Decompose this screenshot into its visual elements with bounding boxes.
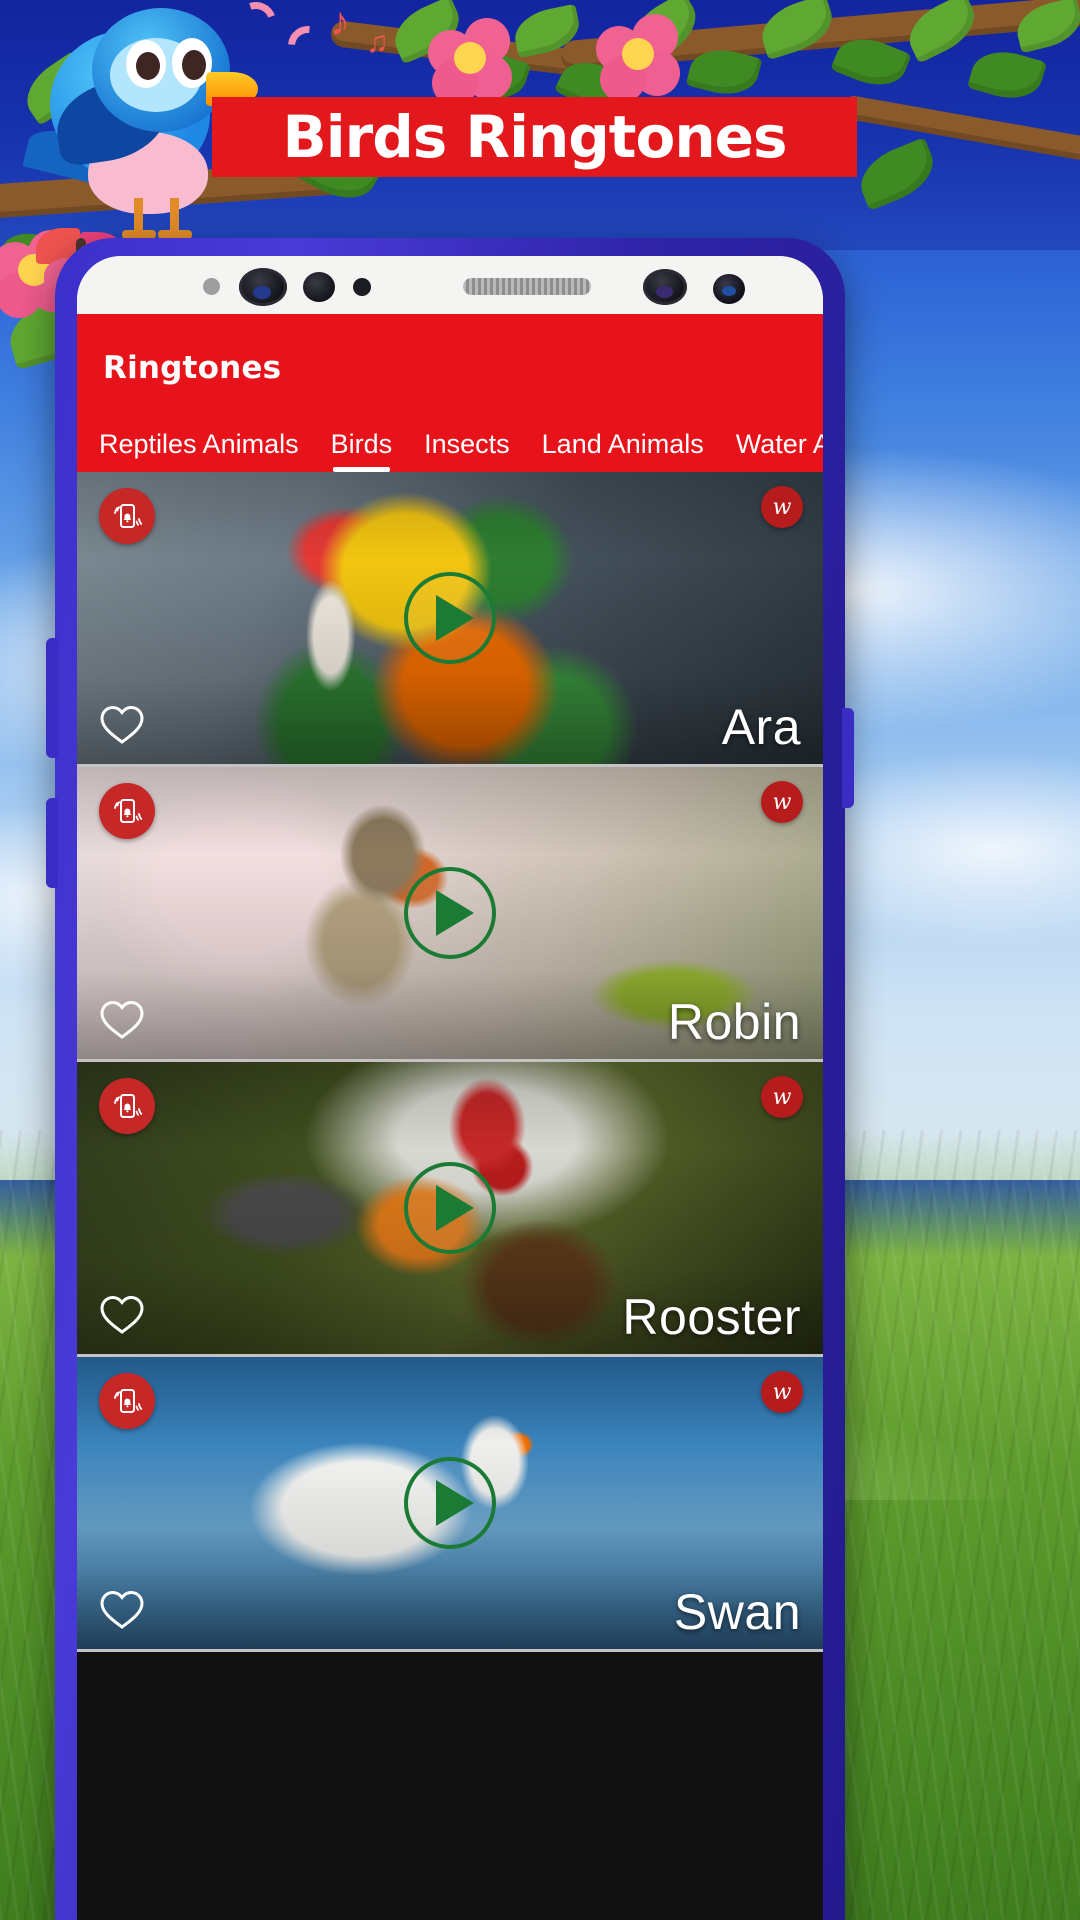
app-screen: Ringtones Reptiles Animals Birds Insects… [77, 314, 823, 1920]
play-icon [436, 1480, 474, 1526]
front-camera-icon [239, 268, 287, 306]
list-item[interactable]: w Robin [77, 767, 823, 1062]
list-item[interactable]: w Ara [77, 472, 823, 767]
music-note-icon: ♪ [330, 0, 350, 44]
tab-reptiles-animals[interactable]: Reptiles Animals [99, 429, 299, 472]
wallpaper-badge-label: w [772, 494, 792, 520]
tab-label: Birds [330, 429, 393, 459]
play-button[interactable] [404, 572, 496, 664]
phone-volume-down-button [46, 798, 58, 888]
phone-sensor-bar [77, 256, 823, 314]
wallpaper-badge-label: w [772, 1084, 792, 1110]
category-tab-bar[interactable]: Reptiles Animals Birds Insects Land Anim… [77, 386, 823, 472]
set-ringtone-icon[interactable] [99, 783, 155, 839]
list-item[interactable]: w Swan [77, 1357, 823, 1652]
phone-volume-up-button [46, 638, 58, 758]
favorite-button[interactable] [99, 1587, 145, 1631]
play-icon [436, 595, 474, 641]
set-ringtone-icon[interactable] [99, 1078, 155, 1134]
light-sensor-icon [353, 278, 371, 296]
play-icon [436, 890, 474, 936]
ringtone-name: Swan [673, 1584, 801, 1640]
wallpaper-badge-label: w [772, 789, 792, 815]
ringtone-name: Rooster [622, 1289, 801, 1345]
favorite-button[interactable] [99, 702, 145, 746]
tab-birds[interactable]: Birds [330, 429, 393, 472]
page-title: Ringtones [103, 350, 282, 386]
flower-decoration [596, 14, 680, 102]
wallpaper-badge-label: w [772, 1379, 792, 1405]
tertiary-sensor-icon [713, 274, 745, 304]
proximity-sensor-icon [203, 278, 220, 295]
tab-water-animals[interactable]: Water Animals [736, 429, 823, 472]
ringtone-name: Ara [721, 699, 801, 755]
tab-label: Land Animals [541, 429, 704, 459]
list-item[interactable]: w Rooster [77, 1062, 823, 1357]
tab-land-animals[interactable]: Land Animals [542, 429, 704, 472]
tab-label: Insects [424, 429, 510, 459]
wallpaper-badge-icon[interactable]: w [761, 1076, 803, 1118]
play-button[interactable] [404, 1162, 496, 1254]
iris-scanner-icon [303, 272, 335, 302]
ringtone-name: Robin [667, 994, 801, 1050]
tab-insects[interactable]: Insects [424, 429, 510, 472]
favorite-button[interactable] [99, 997, 145, 1041]
wallpaper-badge-icon[interactable]: w [761, 1371, 803, 1413]
tab-label: Water Animals [735, 429, 823, 459]
promo-title-text: Birds Ringtones [282, 103, 788, 171]
music-note-icon: ♫ [366, 26, 389, 59]
favorite-button[interactable] [99, 1292, 145, 1336]
wallpaper-badge-icon[interactable]: w [761, 781, 803, 823]
secondary-camera-icon [643, 269, 687, 305]
flower-decoration [428, 18, 512, 106]
set-ringtone-icon[interactable] [99, 1373, 155, 1429]
play-button[interactable] [404, 1457, 496, 1549]
play-icon [436, 1185, 474, 1231]
phone-power-button [842, 708, 854, 808]
ringtone-list: w Ara w Robin w Rooster w Swan [77, 472, 823, 1652]
promo-title-banner: Birds Ringtones [212, 97, 857, 177]
wallpaper-badge-icon[interactable]: w [761, 486, 803, 528]
phone-mockup: Ringtones Reptiles Animals Birds Insects… [46, 238, 854, 1920]
earpiece-speaker-icon [463, 278, 591, 295]
set-ringtone-icon[interactable] [99, 488, 155, 544]
tab-label: Reptiles Animals [99, 429, 299, 459]
phone-bezel: Ringtones Reptiles Animals Birds Insects… [77, 256, 823, 1920]
app-bar: Ringtones Reptiles Animals Birds Insects… [77, 314, 823, 472]
play-button[interactable] [404, 867, 496, 959]
